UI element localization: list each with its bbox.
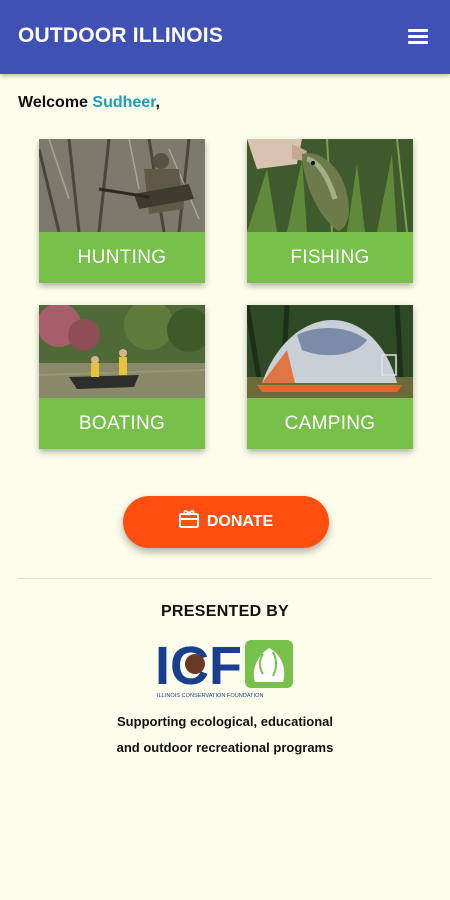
welcome-prefix: Welcome — [18, 94, 93, 111]
gift-card-icon — [178, 510, 199, 528]
divider — [18, 578, 432, 579]
app-bar: OUTDOOR ILLINOIS — [0, 0, 450, 74]
tile-label-hunting: HUNTING — [77, 246, 167, 268]
tagline-line-1: Supporting ecological, educational — [117, 714, 333, 729]
fishing-photo — [247, 139, 413, 232]
tile-fishing[interactable]: FISHING — [247, 139, 413, 283]
tile-boating[interactable]: BOATING — [39, 305, 205, 449]
presented-by-heading: PRESENTED BY — [160, 603, 290, 620]
logo-subtitle: ILLINOIS CONSERVATION FOUNDATION — [157, 693, 264, 699]
donate-label: DONATE — [206, 513, 274, 530]
tile-hunting[interactable]: HUNTING — [39, 139, 205, 283]
welcome-message: Welcome Sudheer, — [18, 94, 160, 112]
icf-logo: ICF ILLINOIS CONSERVATION FOUNDATION — [155, 636, 293, 699]
boating-photo — [39, 305, 205, 398]
user-name: Sudheer — [92, 94, 156, 111]
tile-label-boating: BOATING — [78, 412, 166, 434]
tile-label-camping: CAMPING — [284, 412, 376, 434]
camping-photo — [247, 305, 413, 398]
tagline-line-2: and outdoor recreational programs — [116, 740, 334, 755]
hunting-photo — [39, 139, 205, 232]
app-title: OUTDOOR ILLINOIS — [18, 24, 224, 47]
tile-label-fishing: FISHING — [290, 246, 370, 268]
tile-camping[interactable]: CAMPING — [247, 305, 413, 449]
donate-button[interactable]: DONATE — [123, 496, 329, 548]
hamburger-menu-icon[interactable] — [406, 27, 432, 47]
welcome-suffix: , — [155, 94, 160, 111]
